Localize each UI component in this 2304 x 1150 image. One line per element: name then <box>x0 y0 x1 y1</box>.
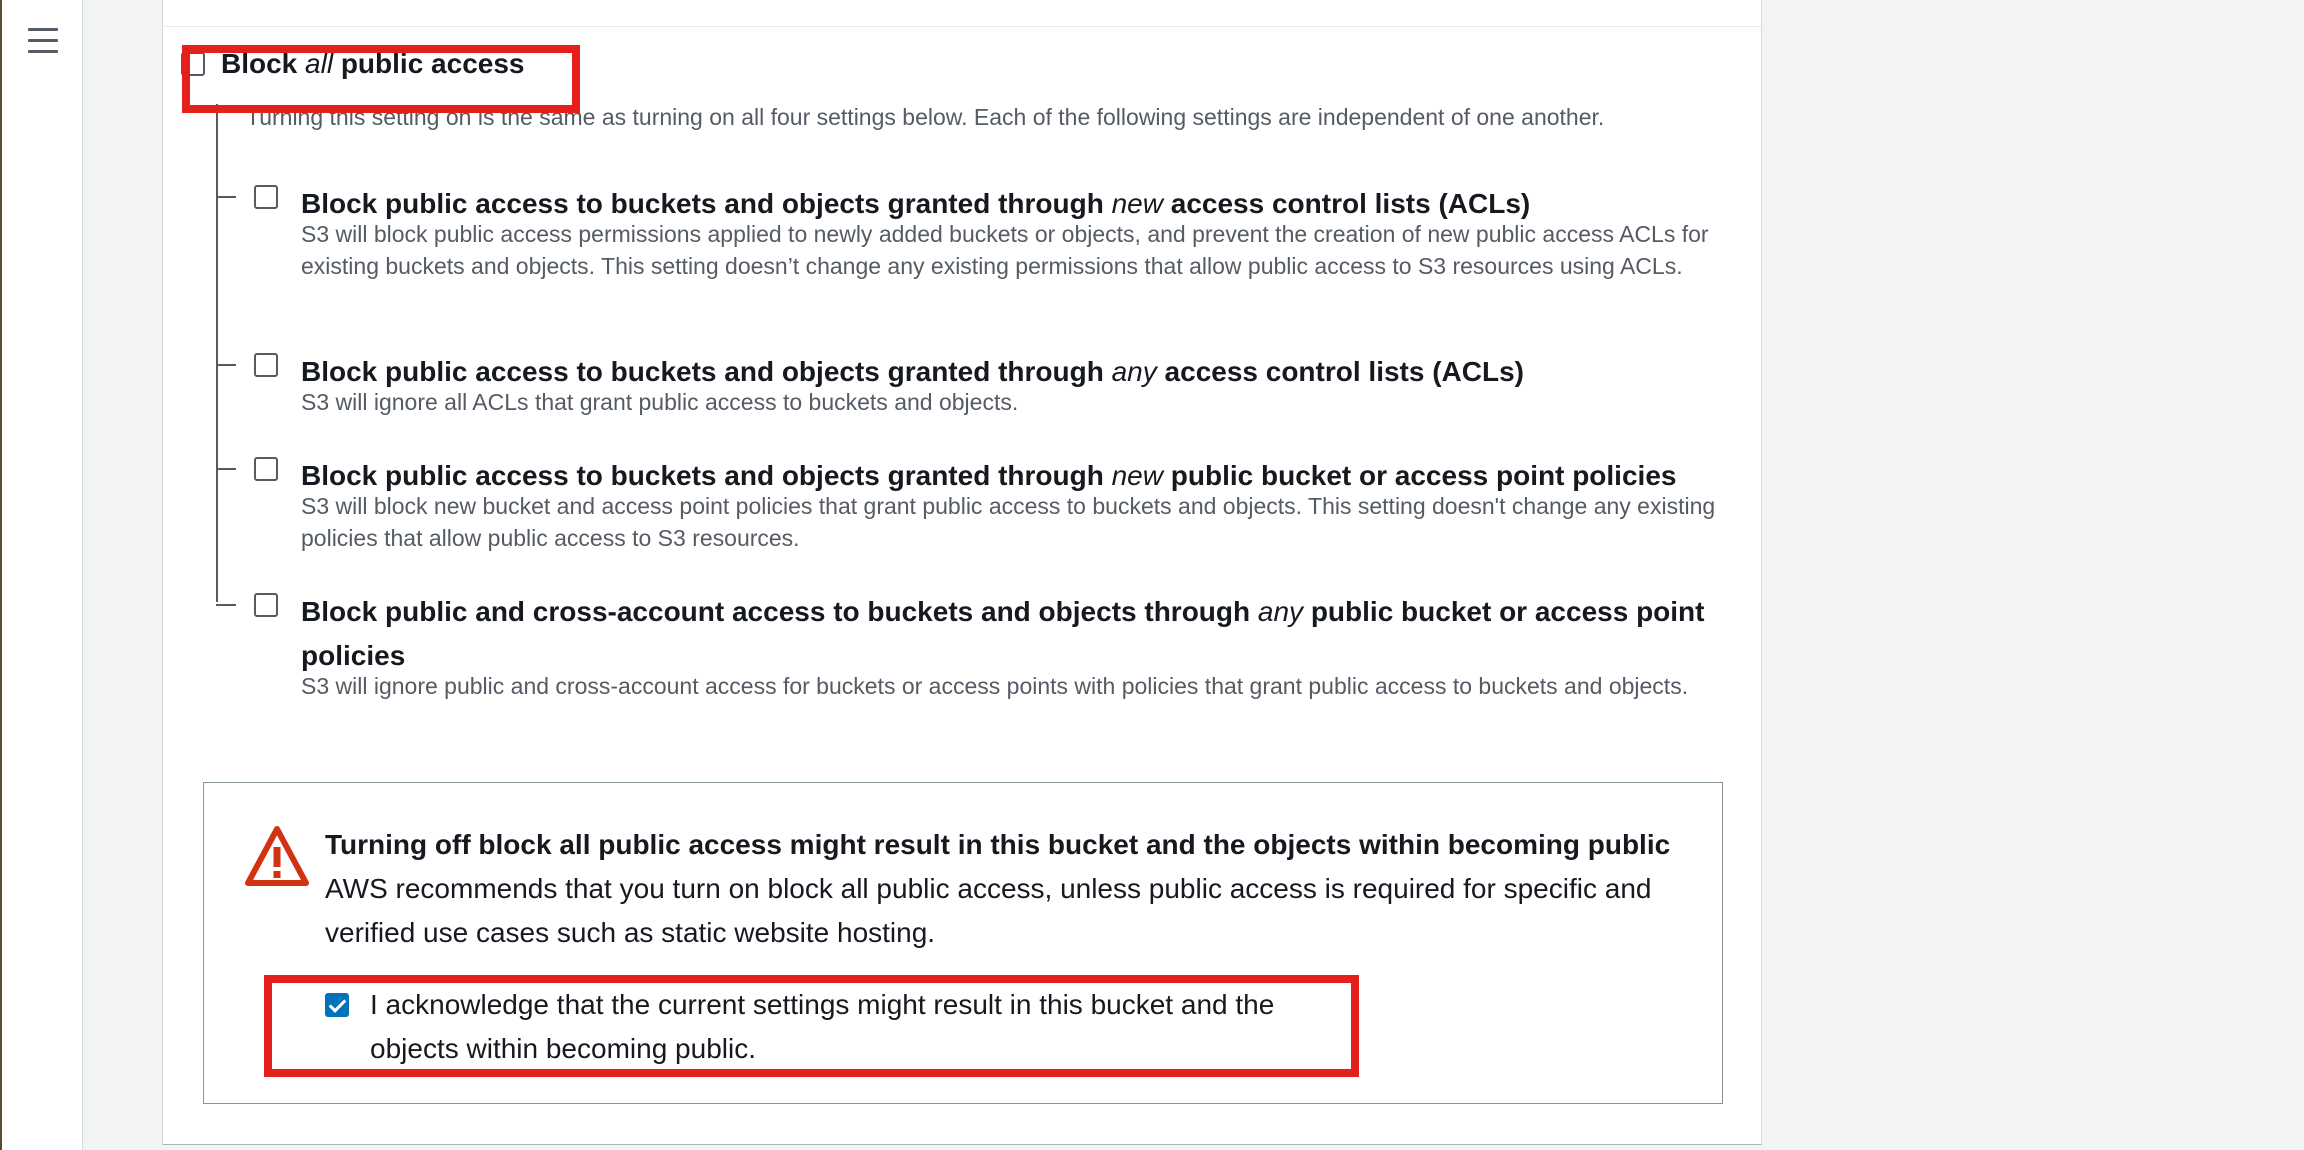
option-any-policies-checkbox[interactable] <box>254 593 278 617</box>
label-text: Block <box>221 48 306 79</box>
screen: Block all public access Turning this set… <box>0 0 2304 1150</box>
title-text: access control lists (ACLs) <box>1162 188 1531 219</box>
section-divider <box>163 26 1761 27</box>
acknowledge-checkbox[interactable] <box>325 993 349 1017</box>
tree-connector <box>216 364 236 366</box>
warning-body: AWS recommends that you turn on block al… <box>325 873 1652 948</box>
option-new-acls-description: S3 will block public access permissions … <box>301 221 1709 279</box>
tree-connector <box>216 604 236 606</box>
title-emphasis: any <box>1111 356 1157 387</box>
block-all-public-access-label: Block all public access <box>221 48 524 80</box>
block-all-description: Turning this setting on is the same as t… <box>246 104 1605 130</box>
label-text: public access <box>333 48 525 79</box>
option-any-policies-title: Block public and cross-account access to… <box>301 590 1721 678</box>
option-new-policies-description: S3 will block new bucket and access poin… <box>301 493 1716 551</box>
tree-connector <box>216 468 236 470</box>
acknowledge-label: I acknowledge that the current settings … <box>370 989 1275 1064</box>
title-text: Block public access to buckets and objec… <box>301 188 1112 219</box>
hamburger-menu-icon[interactable] <box>28 28 58 54</box>
warning-title: Turning off block all public access migh… <box>325 829 1671 860</box>
option-any-acls-description: S3 will ignore all ACLs that grant publi… <box>301 389 1019 415</box>
public-access-warning-alert: Turning off block all public access migh… <box>203 782 1723 1104</box>
title-emphasis: new <box>1111 460 1163 491</box>
title-emphasis: any <box>1257 596 1304 627</box>
title-emphasis: new <box>1111 188 1163 219</box>
title-text: public bucket or access point policies <box>1162 460 1677 491</box>
option-any-policies-description: S3 will ignore public and cross-account … <box>301 673 1689 699</box>
option-new-policies-checkbox[interactable] <box>254 457 278 481</box>
block-all-public-access-checkbox[interactable] <box>181 52 205 76</box>
settings-tree-line <box>216 104 218 602</box>
side-navigation-rail <box>2 0 83 1150</box>
block-all-public-access-option[interactable]: Block all public access <box>181 48 524 80</box>
title-text: Block public and cross-account access to… <box>301 596 1258 627</box>
warning-triangle-icon <box>245 826 309 886</box>
label-emphasis: all <box>305 48 334 79</box>
title-text: Block public access to buckets and objec… <box>301 460 1112 491</box>
title-text: access control lists (ACLs) <box>1156 356 1524 387</box>
tree-connector <box>216 196 236 198</box>
option-new-acls-checkbox[interactable] <box>254 185 278 209</box>
block-public-access-panel: Block all public access Turning this set… <box>162 0 1762 1145</box>
title-text: Block public access to buckets and objec… <box>301 356 1112 387</box>
option-any-acls-checkbox[interactable] <box>254 353 278 377</box>
